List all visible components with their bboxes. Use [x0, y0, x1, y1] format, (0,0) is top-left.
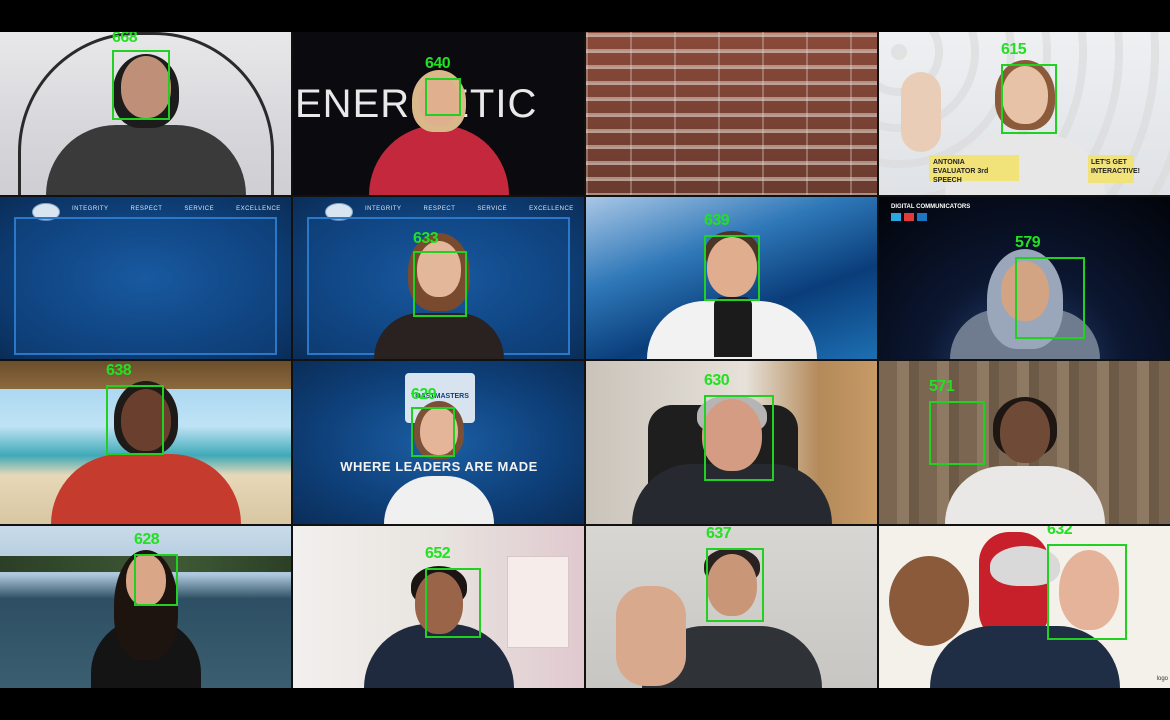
twitter-icon [891, 212, 901, 221]
face-detection-box [704, 234, 760, 301]
participant-tile-13[interactable]: 628 [0, 525, 291, 688]
banner-value: INTEGRITY [72, 205, 109, 212]
top-black-bar [0, 0, 1170, 32]
face-id-label: 628 [134, 530, 160, 548]
background-caption: WHERE LEADERS ARE MADE [340, 458, 538, 474]
blue-panel [14, 216, 277, 355]
participant-tile-5[interactable]: INTEGRITY RESPECT SERVICE EXCELLENCE [0, 196, 291, 359]
participant-body [368, 124, 509, 195]
world-map-poster [507, 555, 569, 648]
face-id-label: 579 [1015, 233, 1041, 251]
participant-body [50, 453, 241, 524]
banner-value: SERVICE [184, 205, 215, 212]
participant-tile-16[interactable]: 632 logo [879, 525, 1170, 688]
face-detection-box [425, 567, 481, 638]
participant-body [944, 465, 1105, 524]
brick-wall-background [586, 32, 877, 195]
interactive-badge: LET'S GET INTERACTIVE! [1088, 154, 1140, 183]
participant-tile-7[interactable]: 639 [586, 196, 877, 359]
participant-body [373, 313, 504, 359]
face-detection-box [929, 401, 985, 465]
face-id-label: 615 [1001, 41, 1027, 58]
participant-tile-14[interactable]: 652 [293, 525, 584, 688]
evaluator-badge: ANTONIA EVALUATOR 3rd SPEECH [929, 154, 1019, 184]
participant-tile-2[interactable]: ENERGETIC 640 [293, 32, 584, 195]
face-detection-box [1047, 543, 1127, 640]
values-banner: INTEGRITY RESPECT SERVICE EXCELLENCE [72, 206, 281, 212]
participant-tile-6[interactable]: INTEGRITY RESPECT SERVICE EXCELLENCE 633 [293, 196, 584, 359]
face-detection-box [112, 50, 170, 120]
participant-body [383, 475, 494, 524]
bottom-black-bar [0, 688, 1170, 720]
face-id-label: 629 [411, 386, 437, 403]
raised-hand [901, 72, 941, 152]
values-banner: INTEGRITY RESPECT SERVICE EXCELLENCE [365, 206, 574, 212]
banner-value: RESPECT [130, 205, 163, 212]
face-id-label: 640 [425, 55, 451, 72]
face-detection-box [425, 78, 461, 116]
face-id-label: 571 [929, 378, 955, 395]
face-detection-box [704, 395, 774, 481]
banner-value: INTEGRITY [365, 205, 402, 212]
face-detection-box [413, 250, 467, 317]
participant-tile-1[interactable]: 668 [0, 32, 291, 195]
banner-value: RESPECT [423, 205, 456, 212]
participant-tile-10[interactable]: TOASTMASTERS WHERE LEADERS ARE MADE 629 [293, 361, 584, 524]
face-detection-box [1015, 256, 1085, 339]
participant-tile-15[interactable]: 637 [586, 525, 877, 688]
face-id-label: 632 [1047, 525, 1073, 538]
face-detection-box [106, 385, 164, 455]
face-id-label: 630 [704, 372, 730, 389]
banner-value: SERVICE [477, 205, 508, 212]
participant-tile-9[interactable]: 638 [0, 361, 291, 524]
video-gallery-grid: 668 ENERGETIC 640 ANTONIA EVALUATOR 3rd … [0, 32, 1170, 688]
face-id-label: 668 [112, 32, 138, 46]
face-detection-box [706, 547, 764, 622]
evaluator-name: ANTONIA [933, 158, 965, 166]
face-detection-box [411, 407, 455, 457]
face-id-label: 652 [425, 544, 451, 562]
face-id-label: 637 [706, 525, 732, 542]
banner-value: EXCELLENCE [529, 205, 574, 212]
participant-tile-3[interactable] [586, 32, 877, 195]
vest [714, 296, 752, 357]
participant-tile-12[interactable]: 571 [879, 361, 1170, 524]
participant-face [999, 401, 1050, 463]
youtube-icon [904, 212, 914, 221]
face-id-label: 638 [106, 362, 132, 379]
corner-watermark: logo [1156, 676, 1168, 682]
evaluator-role: EVALUATOR 3rd SPEECH [933, 167, 989, 184]
hand [616, 585, 686, 686]
participant-tile-11[interactable]: 630 [586, 361, 877, 524]
social-icons [891, 212, 927, 221]
participant-tile-8[interactable]: DIGITAL COMMUNICATORS 579 [879, 196, 1170, 359]
face-id-label: 639 [704, 211, 730, 229]
participant-body [45, 124, 246, 195]
digital-communicators-logo: DIGITAL COMMUNICATORS [891, 203, 971, 210]
participant-tile-4[interactable]: ANTONIA EVALUATOR 3rd SPEECH LET'S GET I… [879, 32, 1170, 195]
face-id-label: 633 [413, 229, 439, 247]
linkedin-icon [917, 212, 927, 221]
face-detection-box [1001, 64, 1057, 134]
face-detection-box [134, 553, 178, 606]
banner-value: EXCELLENCE [236, 205, 281, 212]
